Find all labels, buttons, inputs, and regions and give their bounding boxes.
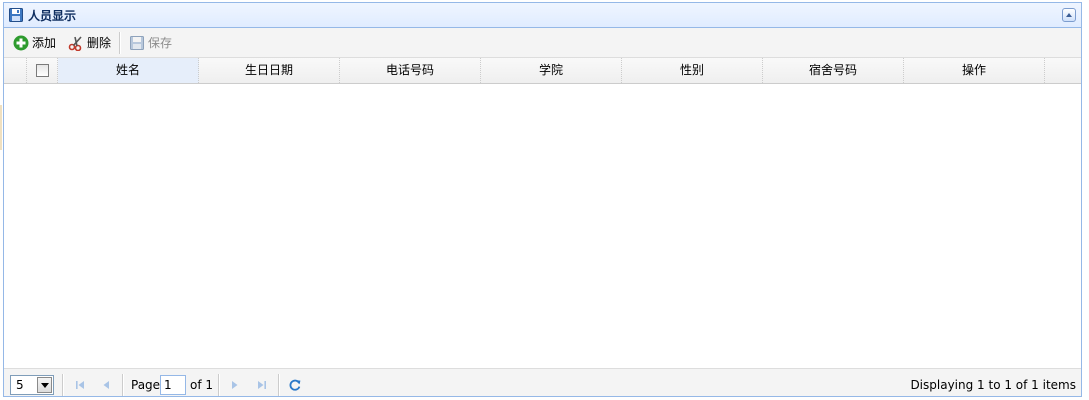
next-page-icon[interactable] (227, 377, 243, 393)
select-all-checkbox[interactable] (36, 64, 49, 77)
column-header-phone[interactable]: 电话号码 (340, 58, 481, 83)
toolbar: 添加 删除 保存 (4, 28, 1081, 58)
column-header-dorm[interactable]: 宿舍号码 (763, 58, 904, 83)
grid-body (4, 84, 1081, 368)
save-button[interactable]: 保存 (128, 33, 172, 53)
column-header-birthday[interactable]: 生日日期 (199, 58, 340, 83)
left-edge-accent (0, 105, 2, 150)
scissors-icon (68, 36, 82, 51)
add-label: 添加 (32, 36, 57, 50)
pager-separator (278, 374, 280, 396)
add-icon (13, 35, 29, 51)
delete-label: 删除 (87, 36, 112, 50)
pager-separator (62, 374, 64, 396)
dropdown-arrow[interactable] (37, 377, 52, 393)
select-all-header (27, 58, 58, 83)
column-header-actions[interactable]: 操作 (904, 58, 1045, 83)
total-pages-label: of 1 (190, 378, 214, 392)
add-button[interactable]: 添加 (12, 33, 56, 53)
panel-title: 人员显示 (28, 9, 77, 23)
column-header-name[interactable]: 姓名 (58, 58, 199, 83)
column-header-gender[interactable]: 性别 (622, 58, 763, 83)
first-page-icon[interactable] (72, 377, 88, 393)
toolbar-separator (119, 32, 121, 54)
row-number-header (4, 58, 27, 83)
pager-separator (122, 374, 124, 396)
save-label: 保存 (148, 36, 173, 50)
pager: 5 Page of 1 (4, 368, 1081, 396)
last-page-icon[interactable] (254, 377, 270, 393)
grid-header: 姓名 生日日期 电话号码 学院 性别 宿舍号码 操作 (4, 58, 1081, 84)
column-header-college[interactable]: 学院 (481, 58, 622, 83)
page-size-select[interactable]: 5 (10, 375, 54, 395)
panel-header: 人员显示 (4, 3, 1081, 28)
save-icon (9, 8, 23, 22)
people-panel: 人员显示 添加 删除 保存 姓名 生日日期 电话号码 学院 性别 宿舍号码 操作… (3, 2, 1082, 397)
pager-separator (218, 374, 220, 396)
page-label: Page (131, 378, 161, 392)
pager-info: Displaying 1 to 1 of 1 items (910, 378, 1076, 392)
chevron-up-icon (1066, 13, 1072, 17)
save-icon (130, 36, 144, 50)
collapse-button[interactable] (1062, 8, 1076, 22)
refresh-icon[interactable] (287, 377, 303, 393)
page-size-value: 5 (16, 378, 24, 392)
prev-page-icon[interactable] (98, 377, 114, 393)
current-page-input[interactable] (160, 375, 186, 395)
chevron-down-icon (41, 383, 49, 388)
delete-button[interactable]: 删除 (67, 33, 111, 53)
